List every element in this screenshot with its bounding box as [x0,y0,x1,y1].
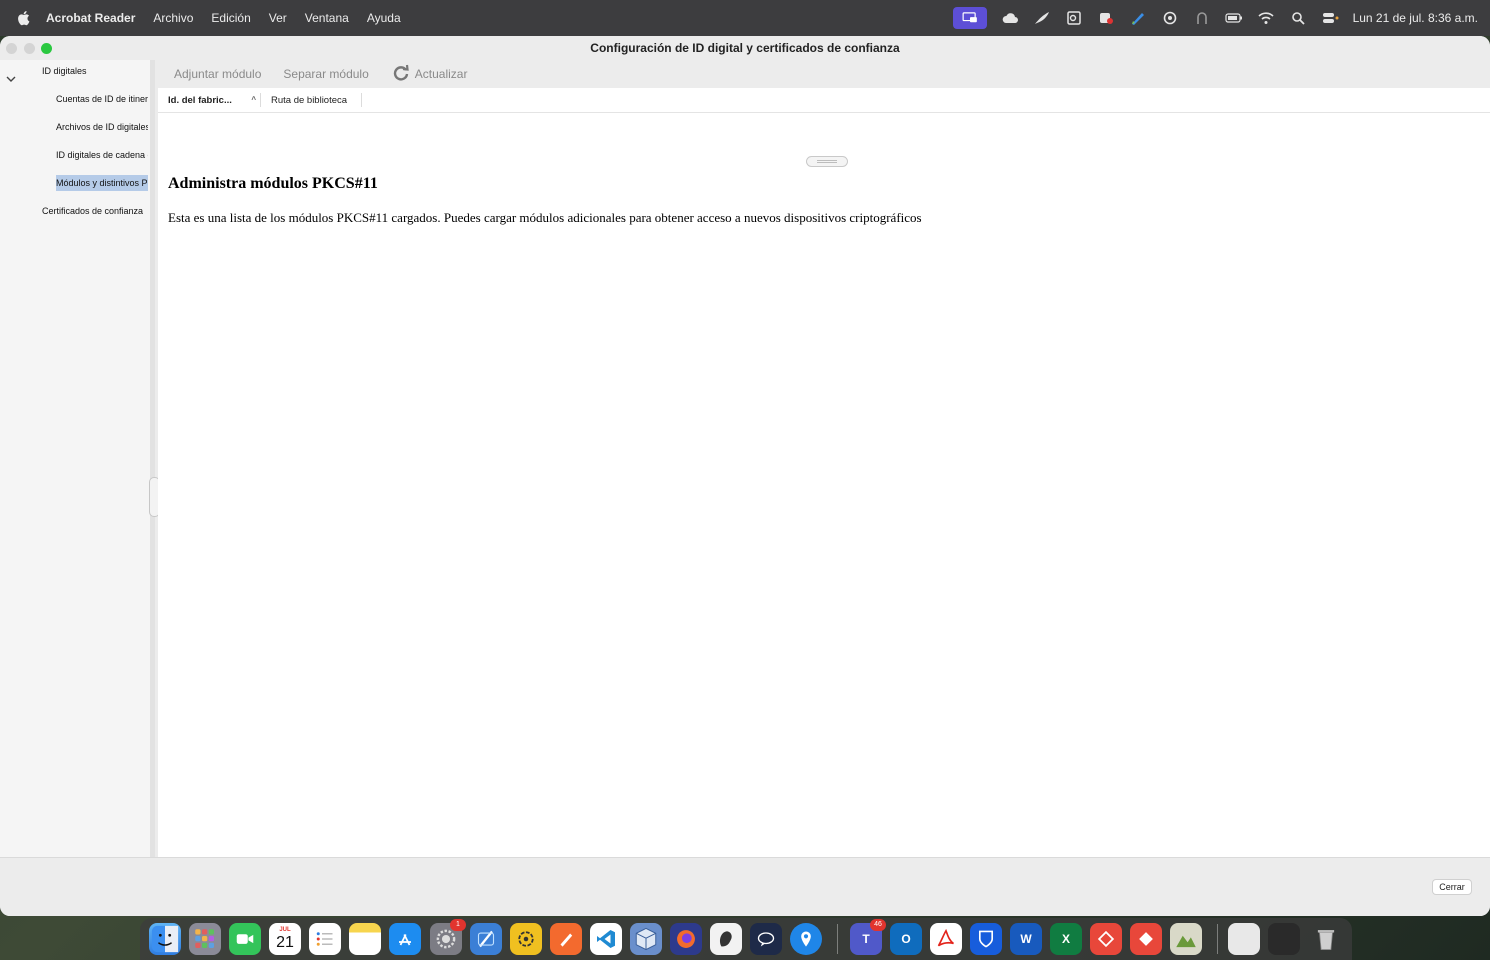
word-letter-icon: W [1020,932,1032,946]
firefox-icon[interactable] [670,923,702,955]
system-settings-badge: 1 [450,919,466,931]
column-header-library-path[interactable]: Ruta de biblioteca [261,95,361,106]
sidebar-item-id-digitales[interactable]: ID digitales [42,66,87,76]
sequel-icon[interactable] [710,923,742,955]
bitwarden-icon[interactable] [970,923,1002,955]
xcode-icon[interactable] [470,923,502,955]
sidebar-item-roaming-accounts[interactable]: Cuentas de ID de itinera [56,94,148,104]
control-center-icon[interactable] [1321,11,1339,25]
trash-icon[interactable] [1310,923,1342,955]
outlook-letter-icon: O [901,932,911,946]
attach-module-button[interactable]: Adjuntar módulo [174,67,261,81]
chat-bubble-icon[interactable] [750,923,782,955]
acrobat-icon[interactable] [930,923,962,955]
word-icon[interactable]: W [1010,923,1042,955]
pages-icon[interactable] [550,923,582,955]
app-store-icon[interactable] [389,923,421,955]
preview-thumbnail-icon[interactable] [1170,923,1202,955]
feather-icon[interactable] [1033,11,1051,25]
teams-badge: 46 [870,919,886,931]
column-header-manufacturer[interactable]: Id. del fabric... ^ [158,95,260,106]
column-manufacturer-label: Id. del fabric... [168,94,232,106]
battery-icon[interactable] [1224,11,1243,25]
sidebar-item-keychain-ids[interactable]: ID digitales de cadena c [56,150,148,160]
anydesk-alt-icon[interactable] [1130,923,1162,955]
terminal-window-icon[interactable] [1268,923,1300,955]
refresh-label: Actualizar [414,67,468,81]
menubar-clock[interactable]: Lun 21 de jul. 8:36 a.m. [1353,11,1478,25]
vpn-icon[interactable] [1193,11,1211,25]
virtualbox-icon[interactable] [630,923,662,955]
dock: JUL 21 1 T 46 O W X [140,918,1352,960]
chatgpt-icon[interactable] [510,923,542,955]
chevron-down-icon[interactable] [6,70,16,82]
title-bar: Configuración de ID digital y certificad… [0,36,1490,60]
close-button[interactable]: Cerrar [1432,879,1472,895]
excel-icon[interactable]: X [1050,923,1082,955]
teams-icon[interactable]: T 46 [850,919,886,955]
outlook-icon[interactable]: O [890,923,922,955]
refresh-icon [391,63,415,86]
sidebar-item-id-files[interactable]: Archivos de ID digitales [56,122,148,132]
cloud-icon[interactable] [1001,11,1019,25]
sidebar: ID digitales Cuentas de ID de itinera Ar… [0,60,150,857]
sidebar-item-pkcs11-modules[interactable]: Módulos y distintivos P [56,175,148,191]
creative-cloud-icon[interactable] [1161,11,1179,25]
pen-icon[interactable] [1129,11,1147,25]
screen-mirroring-icon[interactable] [952,7,987,29]
calendar-month: JUL [279,927,291,933]
sidebar-splitter[interactable] [150,60,155,857]
notes-icon[interactable] [349,923,381,955]
dialog-footer: Cerrar [0,857,1490,916]
location-pin-icon[interactable] [790,923,822,955]
calendar-icon[interactable]: JUL 21 [269,923,301,955]
menu-edicion[interactable]: Edición [211,11,250,25]
vscode-icon[interactable] [590,923,622,955]
info-title: Administra módulos PKCS#11 [168,175,378,192]
facetime-icon[interactable] [229,923,261,955]
sort-ascending-icon: ^ [251,94,256,104]
launchpad-icon[interactable] [189,923,221,955]
settings-window: Configuración de ID digital y certificad… [0,36,1490,916]
refresh-button[interactable]: Actualizar [391,63,468,86]
finder-icon[interactable] [149,923,181,955]
office-status-icon[interactable] [1097,11,1115,25]
apple-menu-icon[interactable] [16,10,30,26]
document-stack-icon[interactable] [1228,923,1260,955]
toolbar: Adjuntar módulo Separar módulo Actualiza… [158,60,1490,88]
main-panel: Adjuntar módulo Separar módulo Actualiza… [158,60,1490,857]
column-divider[interactable] [361,93,362,107]
system-settings-icon[interactable]: 1 [430,919,466,955]
menu-ver[interactable]: Ver [269,11,287,25]
menu-archivo[interactable]: Archivo [153,11,193,25]
calendar-day: 21 [276,934,294,951]
window-title: Configuración de ID digital y certificad… [590,41,900,55]
dock-separator [837,924,838,954]
dock-separator [1217,924,1218,954]
menu-ayuda[interactable]: Ayuda [367,11,401,25]
teams-letter-icon: T [862,932,870,946]
info-description: Esta es una lista de los módulos PKCS#11… [168,210,922,225]
menu-ventana[interactable]: Ventana [305,11,349,25]
pane-resize-handle[interactable] [806,156,848,167]
outlook-status-icon[interactable] [1065,11,1083,25]
excel-letter-icon: X [1061,932,1070,946]
anydesk-icon[interactable] [1090,923,1122,955]
table-header: Id. del fabric... ^ Ruta de biblioteca [158,88,1490,113]
menu-bar: Acrobat Reader Archivo Edición Ver Venta… [0,0,1490,36]
sidebar-item-trusted-certificates[interactable]: Certificados de confianza [42,206,143,216]
status-area: Lun 21 de jul. 8:36 a.m. [952,0,1478,36]
detach-module-button[interactable]: Separar módulo [283,67,368,81]
search-icon[interactable] [1289,11,1307,25]
menu-app-name[interactable]: Acrobat Reader [46,11,135,25]
wifi-icon[interactable] [1257,11,1275,25]
reminders-icon[interactable] [309,923,341,955]
